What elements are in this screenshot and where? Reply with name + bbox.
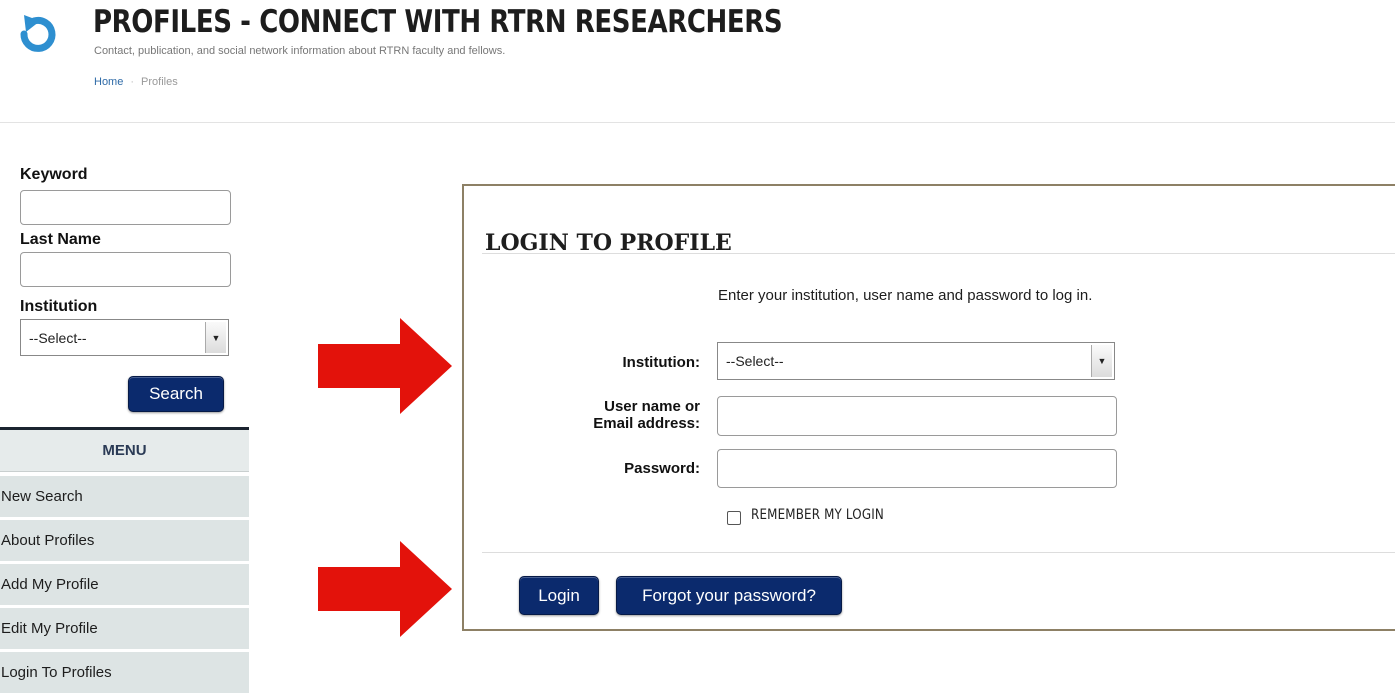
login-instructions: Enter your institution, user name and pa… <box>718 287 1093 304</box>
login-panel: LOGIN TO PROFILE Enter your institution,… <box>462 184 1395 631</box>
chevron-down-icon: ▼ <box>1091 345 1112 377</box>
breadcrumb: Home · Profiles <box>94 76 178 88</box>
red-arrow-icon <box>318 541 452 637</box>
login-username-label: User name or Email address: <box>544 398 700 432</box>
search-button[interactable]: Search <box>128 376 224 412</box>
red-arrow-icon <box>318 318 452 414</box>
keyword-label: Keyword <box>20 166 88 183</box>
remember-login-checkbox[interactable] <box>727 511 741 525</box>
menu-item-add-my-profile[interactable]: Add My Profile <box>0 564 249 605</box>
forgot-password-button[interactable]: Forgot your password? <box>616 576 842 615</box>
breadcrumb-home-link[interactable]: Home <box>94 76 123 88</box>
login-footer-divider <box>482 552 1395 553</box>
username-input[interactable] <box>717 396 1117 436</box>
logo-icon <box>20 15 56 52</box>
remember-login-label: REMEMBER MY LOGIN <box>751 507 884 523</box>
breadcrumb-current: Profiles <box>141 76 178 88</box>
login-username-label-line1: User name or <box>604 398 700 415</box>
login-username-label-line2: Email address: <box>593 415 700 432</box>
password-input[interactable] <box>717 449 1117 488</box>
login-button[interactable]: Login <box>519 576 599 615</box>
menu-item-edit-my-profile[interactable]: Edit My Profile <box>0 608 249 649</box>
menu-item-login-to-profiles[interactable]: Login To Profiles <box>0 652 249 693</box>
menu-header: MENU <box>0 430 249 472</box>
menu-item-about-profiles[interactable]: About Profiles <box>0 520 249 561</box>
last-name-input[interactable] <box>20 252 231 287</box>
login-title-divider <box>482 253 1395 254</box>
institution-select-value: --Select-- <box>29 329 87 346</box>
chevron-down-icon: ▼ <box>205 322 226 353</box>
page-title: PROFILES - CONNECT WITH RTRN RESEARCHERS <box>93 4 783 40</box>
login-institution-label: Institution: <box>622 354 700 371</box>
breadcrumb-separator: · <box>130 76 135 88</box>
last-name-label: Last Name <box>20 231 101 248</box>
institution-label: Institution <box>20 298 98 315</box>
keyword-input[interactable] <box>20 190 231 225</box>
menu-item-new-search[interactable]: New Search <box>0 476 249 517</box>
login-password-label: Password: <box>624 460 700 477</box>
header-divider <box>0 122 1395 123</box>
page-subtitle: Contact, publication, and social network… <box>94 45 506 57</box>
institution-select[interactable]: --Select-- ▼ <box>20 319 229 356</box>
login-institution-select-value: --Select-- <box>726 353 784 369</box>
login-institution-select[interactable]: --Select-- ▼ <box>717 342 1115 380</box>
